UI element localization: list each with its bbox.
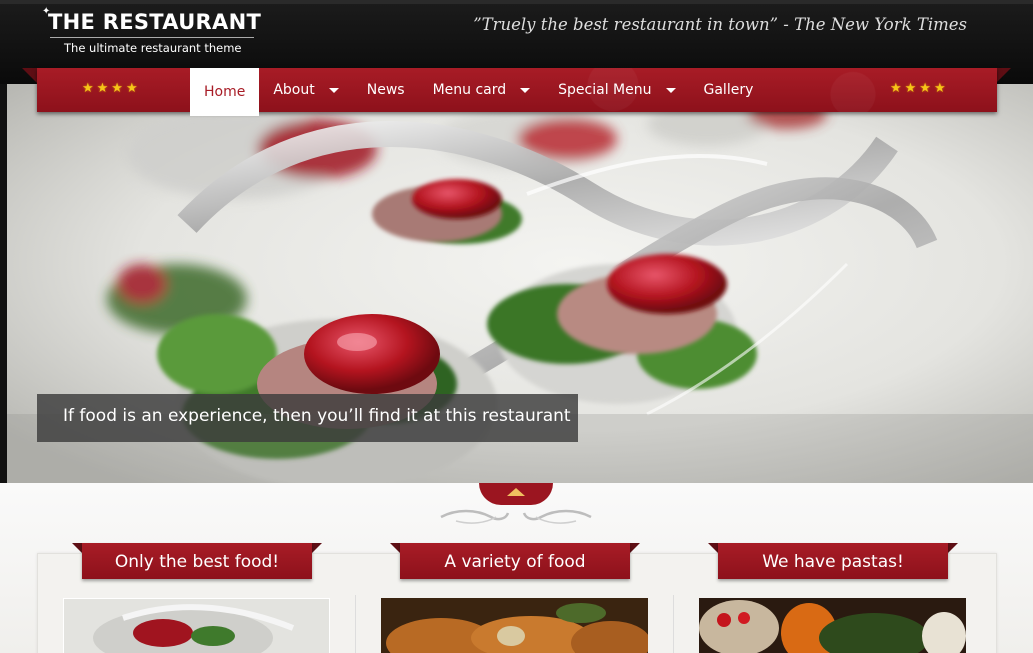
food-photo [63, 598, 330, 653]
ribbon-fold [72, 543, 82, 553]
menu-item-label: Gallery [703, 82, 754, 98]
feature-image-2[interactable] [381, 598, 648, 653]
logo-subtitle: The ultimate restaurant theme [64, 41, 242, 55]
menu-item-label: Menu card [432, 82, 507, 98]
nav-fold-right [996, 68, 1011, 83]
feature-title: A variety of food [400, 543, 630, 579]
chevron-down-icon [665, 87, 676, 93]
chevron-down-icon [520, 87, 531, 93]
logo-divider [50, 37, 254, 38]
ribbon-fold [312, 543, 322, 553]
feature-heading-1: Only the best food! [72, 543, 322, 579]
food-photo [699, 598, 966, 653]
hero-slider[interactable]: If food is an experience, then you’ll fi… [7, 84, 1033, 483]
menu-item-label: Home [204, 84, 246, 100]
slider-toggle-button[interactable] [479, 483, 553, 505]
site-logo[interactable]: ✦ THE RESTAURANT The ultimate restaurant… [42, 6, 262, 58]
hero-caption: If food is an experience, then you’ll fi… [37, 394, 578, 442]
food-photo [381, 598, 648, 653]
chevron-down-icon [328, 87, 339, 93]
press-quote: ”Truely the best restaurant in town” - T… [473, 15, 967, 34]
feature-image-3[interactable] [699, 598, 966, 653]
rating-stars-right-icon: ★★★★ [890, 81, 949, 96]
menu-item-label: News [366, 82, 405, 98]
logo-title: THE RESTAURANT [48, 10, 262, 34]
nav-bar: ★★★★ Home About News Menu card Special M… [37, 68, 997, 116]
feature-heading-3: We have pastas! [708, 543, 958, 579]
up-arrow-icon [507, 488, 525, 496]
ribbon-fold [948, 543, 958, 553]
menu-item-about[interactable]: About [259, 68, 352, 112]
menu-item-label: Special Menu [558, 82, 652, 98]
feature-title: We have pastas! [718, 543, 948, 579]
feature-title: Only the best food! [82, 543, 312, 579]
feature-image-1[interactable] [63, 598, 330, 653]
column-divider [673, 595, 674, 653]
ribbon-fold [390, 543, 400, 553]
menu-item-news[interactable]: News [353, 68, 419, 112]
menu-item-label: About [273, 82, 315, 98]
nav-fold-left [22, 68, 37, 83]
menu-item-gallery[interactable]: Gallery [690, 68, 768, 112]
ribbon-fold [708, 543, 718, 553]
menu-item-menu-card[interactable]: Menu card [419, 68, 545, 112]
ribbon-fold [630, 543, 640, 553]
menu: Home About News Menu card Special Menu G… [190, 68, 768, 116]
menu-item-home[interactable]: Home [190, 68, 260, 116]
feature-heading-2: A variety of food [390, 543, 640, 579]
scroll-ornament-icon [440, 509, 592, 524]
menu-item-special-menu[interactable]: Special Menu [544, 68, 689, 112]
column-divider [355, 595, 356, 653]
rating-stars-left-icon: ★★★★ [82, 81, 141, 96]
main-navigation: ★★★★ Home About News Menu card Special M… [22, 68, 1011, 116]
